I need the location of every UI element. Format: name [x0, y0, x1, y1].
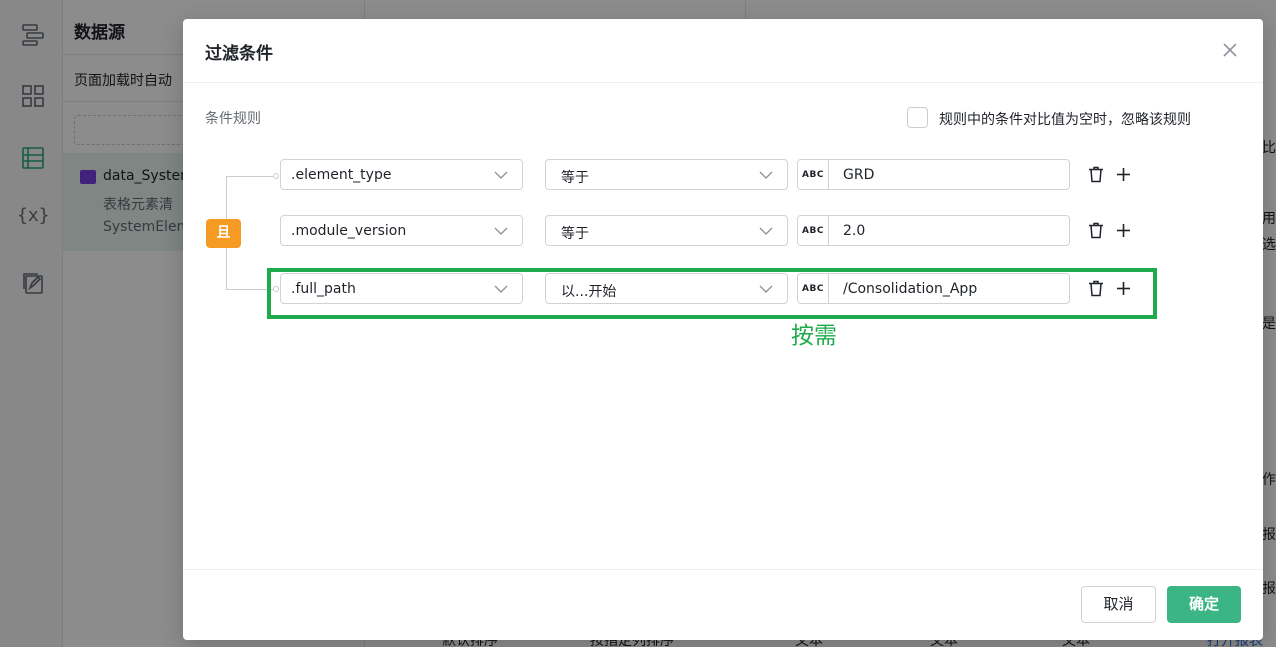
- add-icon[interactable]: [1116, 223, 1131, 238]
- value-type-button[interactable]: ABC: [797, 215, 829, 246]
- value-type-button[interactable]: ABC: [797, 159, 829, 190]
- condition-row: .module_version 等于 ABC 2.0: [183, 215, 1263, 247]
- operator-select[interactable]: 等于: [545, 215, 788, 246]
- field-select-value: .element_type: [291, 167, 392, 183]
- close-icon[interactable]: [1221, 41, 1239, 59]
- field-select[interactable]: .element_type: [280, 159, 523, 190]
- condition-value: GRD: [843, 167, 875, 183]
- dialog-title: 过滤条件: [205, 44, 273, 64]
- condition-row: .element_type 等于 ABC GRD: [183, 159, 1263, 191]
- operator-select[interactable]: 等于: [545, 159, 788, 190]
- operator-select-value: 等于: [561, 226, 589, 242]
- delete-icon[interactable]: [1088, 166, 1104, 183]
- divider: [183, 569, 1263, 570]
- ignore-empty-checkbox[interactable]: [907, 107, 928, 128]
- condition-value-input[interactable]: 2.0: [828, 215, 1070, 246]
- chevron-down-icon: [494, 168, 508, 182]
- divider: [183, 82, 1263, 83]
- operator-select-value: 等于: [561, 170, 589, 186]
- chevron-down-icon: [759, 168, 773, 182]
- filter-conditions-dialog: 过滤条件 条件规则 规则中的条件对比值为空时，忽略该规则 且 .element_…: [183, 19, 1263, 640]
- rules-label: 条件规则: [205, 111, 261, 127]
- condition-value-input[interactable]: GRD: [828, 159, 1070, 190]
- cancel-button[interactable]: 取消: [1081, 586, 1156, 623]
- annotation-label: 按需: [791, 323, 837, 349]
- chevron-down-icon: [759, 224, 773, 238]
- delete-icon[interactable]: [1088, 222, 1104, 239]
- field-select[interactable]: .module_version: [280, 215, 523, 246]
- annotation-highlight-box: [267, 268, 1157, 319]
- add-icon[interactable]: [1116, 167, 1131, 182]
- ignore-empty-label[interactable]: 规则中的条件对比值为空时，忽略该规则: [939, 109, 1191, 129]
- condition-value: 2.0: [843, 223, 866, 239]
- confirm-button[interactable]: 确定: [1167, 586, 1241, 623]
- field-select-value: .module_version: [291, 223, 407, 239]
- chevron-down-icon: [494, 224, 508, 238]
